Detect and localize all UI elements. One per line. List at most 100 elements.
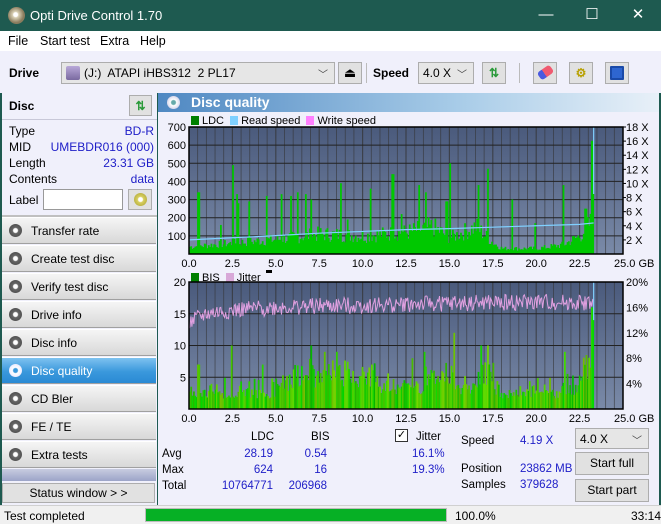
x-tick-label: 17.5 xyxy=(482,258,503,270)
samples-label: Samples xyxy=(461,479,506,491)
stats-max-ldc: 624 xyxy=(253,464,273,476)
menu-bar: File Start test Extra Help xyxy=(0,31,661,51)
y-tick-label-left: 20 xyxy=(174,278,186,289)
disc-label-key: Label xyxy=(9,193,39,207)
x-tick-label: 0.0 xyxy=(181,413,196,425)
y-tick-label-left: 100 xyxy=(168,231,186,243)
x-tick-label: 7.5 xyxy=(312,413,327,425)
disc-label-input[interactable] xyxy=(43,189,123,210)
y-tick-label-right: 16 X xyxy=(626,136,649,148)
y-tick-label-right: 20% xyxy=(626,278,648,289)
disc-refresh-button[interactable]: ⇅ xyxy=(129,95,152,116)
x-tick-label: 5.0 xyxy=(268,413,283,425)
speed-select[interactable]: 4.0 X ﹀ xyxy=(418,62,474,84)
x-tick-label: 17.5 xyxy=(482,413,503,425)
toolbar: Drive (J:) ATAPI iHBS312 2 PL17 ﹀ ⏏ Spee… xyxy=(0,51,661,93)
nav-transfer-rate[interactable]: Transfer rate xyxy=(2,217,156,244)
nav-create-test-disc[interactable]: Create test disc xyxy=(2,245,156,272)
x-tick-label: 22.5 xyxy=(569,258,590,270)
disc-label-button[interactable] xyxy=(128,189,152,210)
samples-value: 379628 xyxy=(520,479,559,491)
drive-icon xyxy=(66,66,80,80)
status-bar: Test completed 100.0% 33:14 xyxy=(0,505,661,524)
maximize-button[interactable]: ☐ xyxy=(569,0,615,31)
y-tick-label-left: 500 xyxy=(168,158,186,170)
speed-stat-label: Speed xyxy=(461,435,495,447)
disc-contents-key: Contents xyxy=(9,172,58,186)
test-speed-select[interactable]: 4.0 X ﹀ xyxy=(575,428,649,449)
speed-stat-value: 4.19 X xyxy=(520,435,554,447)
refresh-button[interactable]: ⇅ xyxy=(482,62,506,84)
nav-fe-te[interactable]: FE / TE xyxy=(2,413,156,440)
nav-drive-info[interactable]: Drive info xyxy=(2,301,156,328)
menu-start-test[interactable]: Start test xyxy=(40,34,90,48)
close-button[interactable]: ✕ xyxy=(615,0,661,31)
verify-disc-icon xyxy=(9,280,22,293)
window-title: Opti Drive Control 1.70 xyxy=(30,8,163,23)
settings-button[interactable]: ⚙ xyxy=(569,62,593,84)
stats-total-label: Total xyxy=(162,480,187,492)
eject-button[interactable]: ⏏ xyxy=(338,62,362,84)
ldc-bar xyxy=(487,168,489,254)
disc-mid-row: MID UMEBDR016 (000) xyxy=(9,140,154,156)
x-tick-label: 0.0 xyxy=(181,258,196,270)
drive-select[interactable]: (J:) ATAPI iHBS312 2 PL17 ﹀ xyxy=(61,62,335,84)
menu-file[interactable]: File xyxy=(8,34,28,48)
save-button[interactable] xyxy=(605,62,629,84)
save-icon xyxy=(610,66,624,80)
nav-label: Verify test disc xyxy=(31,280,109,294)
nav-disc-quality[interactable]: Disc quality xyxy=(2,357,156,384)
y-tick-label-right: 14 X xyxy=(626,150,649,162)
stats-col-bis: BIS xyxy=(311,431,330,443)
stats-avg-label: Avg xyxy=(162,448,182,460)
nav-verify-test-disc[interactable]: Verify test disc xyxy=(2,273,156,300)
nav-label: Extra tests xyxy=(31,448,88,462)
x-tick-label: 12.5 xyxy=(395,413,416,425)
y-tick-label-right: 4 X xyxy=(626,221,643,233)
menu-extra[interactable]: Extra xyxy=(100,34,129,48)
x-tick-label: 25.0 GB xyxy=(614,413,654,425)
sidebar: Disc ⇅ Type BD-R MID UMEBDR016 (000) Len… xyxy=(2,93,157,505)
nav-label: Disc info xyxy=(31,336,78,350)
x-tick-label: 20.0 xyxy=(525,413,546,425)
bis-chart: 5 10 15 20 4% 8% 12% 16% 20% 0.0 2.5 5.0 7.5 10.0 12.5… xyxy=(174,278,655,425)
ldc-bar xyxy=(562,185,565,254)
transfer-rate-icon xyxy=(9,224,22,237)
status-window-button[interactable]: Status window > > xyxy=(2,483,155,503)
y-tick-label-left: 10 xyxy=(174,341,186,353)
nav-cd-bler[interactable]: CD Bler xyxy=(2,385,156,412)
stats-avg-jitter: 16.1% xyxy=(412,448,445,460)
x-tick-label: 2.5 xyxy=(225,258,240,270)
drive-info-icon xyxy=(9,308,22,321)
disc-quality-icon xyxy=(9,364,22,377)
nav-label: Drive info xyxy=(31,308,82,322)
divider xyxy=(2,119,157,120)
menu-help[interactable]: Help xyxy=(140,34,166,48)
disc-mid-key: MID xyxy=(9,140,31,154)
nav-disc-info[interactable]: Disc info xyxy=(2,329,156,356)
panel-title: Disc quality xyxy=(191,94,270,110)
disc-info-icon xyxy=(9,336,22,349)
y-tick-label-left: 400 xyxy=(168,176,186,188)
bis-bar xyxy=(592,307,595,409)
start-part-button[interactable]: Start part xyxy=(575,479,649,502)
y-tick-label-left: 700 xyxy=(168,123,186,134)
disc-type-value: BD-R xyxy=(124,124,154,138)
start-full-button[interactable]: Start full xyxy=(575,452,649,475)
refresh-icon: ⇅ xyxy=(135,99,146,113)
erase-button[interactable] xyxy=(533,62,557,84)
x-tick-label: 22.5 xyxy=(569,413,590,425)
progress-fill xyxy=(146,509,446,521)
nav-label: Transfer rate xyxy=(31,224,100,238)
disc-mid-value: UMEBDR016 (000) xyxy=(50,140,154,154)
minimize-button[interactable]: — xyxy=(523,0,569,31)
nav-extra-tests[interactable]: Extra tests xyxy=(2,441,156,468)
status-text: Test completed xyxy=(4,509,85,523)
y-tick-label-right: 4% xyxy=(626,379,642,391)
disc-header: Disc ⇅ xyxy=(2,93,157,119)
disc-length-row: Length 23.31 GB xyxy=(9,156,154,172)
stats-max-label: Max xyxy=(162,464,184,476)
nav-spacer xyxy=(2,469,156,481)
jitter-checkbox[interactable]: ✓ xyxy=(395,429,408,442)
nav-label: Create test disc xyxy=(31,252,115,266)
